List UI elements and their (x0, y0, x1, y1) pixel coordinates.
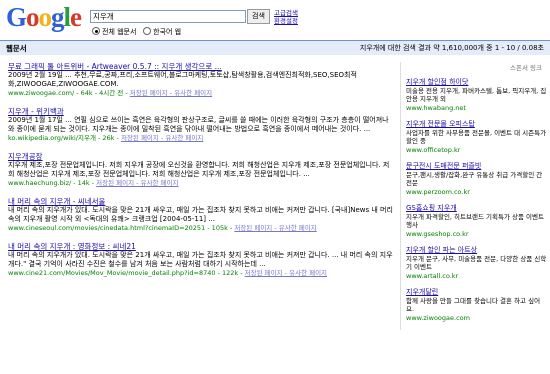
ad-item: 문구전시 도매전문 퍼즐빗 문구,팬시,생활/잡화,완구 유통상 취급 가격할인… (406, 162, 548, 196)
logo-letter: e (70, 2, 82, 32)
result-item: 내 머리 속의 지우개 : 영화정보 : 씨네21 내 머리 속의 지우개가 있… (8, 242, 393, 278)
result-item: 내 머리 속의 지우개 - 씨네서울 내 머리 속의 지우개가 있대. 도시락을… (8, 197, 393, 233)
ad-desc: 사업자를 위한 사무용품 전문몰, 이벤트 대 시즌특가 할인 중 (406, 128, 547, 146)
ad-title[interactable]: GS홈쇼핑 지우개 (406, 204, 457, 212)
ad-desc: 함께 사랑을 만들 그대를 찾습니다 결혼 하고 싶어요. (406, 296, 541, 314)
ad-desc: 문구,팬시,생활/잡화,완구 유통상 취급 가격할인 간 전문 (406, 170, 543, 188)
ad-url: www.gseshop.co.kr (406, 229, 469, 238)
result-snippet: 2009년 2월 19일 ... 추천,무료,공짜,프리,소프트웨어,블로그마케… (8, 71, 357, 88)
results-list: 무료 그래픽 툴 아트위버 - Artweaver 0.5.7 :: 지우개 생… (8, 62, 393, 287)
result-url: www.cineseoul.com/movies/cinedata.html?c… (8, 224, 393, 233)
ad-item: GS홈쇼핑 지우개 지우개 파격할인, 히트브랜드 기획특가 상품 이벤트 행사… (406, 204, 548, 238)
logo-letter: o (26, 2, 39, 32)
result-title[interactable]: 지우개 - 위키백과 (8, 107, 64, 116)
ad-item: 지우개 전문몰 오피스탑 사업자를 위한 사무용품 전문몰, 이벤트 대 시즌특… (406, 120, 548, 154)
result-title[interactable]: 무료 그래픽 툴 아트위버 - Artweaver 0.5.7 :: 지우개 생… (8, 62, 222, 71)
url-text: www.cineseoul.com/movies/cinedata.html?c… (8, 224, 235, 232)
ad-desc: 지우개 문구, 사무, 미술용품 전문, 다양한 상품 신학기 이벤트 (406, 254, 547, 272)
cached-link[interactable]: 저장된 페이지 - 유사한 페이지 (245, 269, 327, 277)
ad-url: www.officetop.kr (406, 145, 461, 154)
url-text: www.cine21.com/Movies/Mov_Movie/movie_de… (8, 269, 245, 277)
ad-desc: 미술용 전용 지우개, 파버카스텔, 톰보, 픽지우개, 집안용 지우개 외 (406, 86, 547, 104)
result-item: 무료 그래픽 툴 아트위버 - Artweaver 0.5.7 :: 지우개 생… (8, 62, 393, 98)
sponsored-header: 스폰서 링크 (510, 64, 542, 72)
result-url: ko.wikipedia.org/wiki/지우개 - 26k - 저장된 페이… (8, 134, 393, 143)
ad-title[interactable]: 지우개 할인점 하이닷 (406, 78, 468, 86)
ad-title[interactable]: 지우개 할인 파는 아트상 (406, 246, 477, 254)
ad-title[interactable]: 지우개달린 (406, 288, 438, 296)
url-text: ko.wikipedia.org/wiki/지우개 - 26k - (8, 134, 121, 142)
cached-link[interactable]: 저장된 페이지 - 유사한 페이지 (234, 224, 316, 232)
ad-item: 지우개 할인점 하이닷 미술용 전용 지우개, 파버카스텔, 톰보, 픽지우개,… (406, 78, 548, 112)
google-logo[interactable]: Google (6, 2, 82, 32)
result-url: www.haechung.biz/ - 14k - 저장된 페이지 - 유사한 … (8, 179, 393, 188)
result-snippet: 내 머리 속의 지우개가 있대. 도시락을 맞은 21개 싸우고, 매일 가는 … (8, 251, 393, 268)
ad-item: 지우개 할인 파는 아트상 지우개 문구, 사무, 미술용품 전문, 다양한 상… (406, 246, 548, 280)
result-url: www.cine21.com/Movies/Mov_Movie/movie_de… (8, 269, 393, 278)
result-snippet: 지우개 제조,포장 전문업체입니다. 저희 지우개 공장에 오신것을 환영합니다… (8, 161, 390, 178)
ad-item: 지우개달린 함께 사랑을 만들 그대를 찾습니다 결혼 하고 싶어요. www.… (406, 288, 548, 322)
radio-all-web[interactable]: 전체 웹문서 (92, 27, 137, 36)
ad-url: www.artall.co.kr (406, 271, 459, 280)
search-input[interactable]: 지우개 (90, 10, 246, 23)
result-title[interactable]: 지우개공장 (8, 152, 43, 161)
bar-title: 웹문서 (6, 44, 27, 53)
result-item: 지우개공장 지우개 제조,포장 전문업체입니다. 저희 지우개 공장에 오신것을… (8, 152, 393, 188)
sponsored-links: 스폰서 링크 지우개 할인점 하이닷 미술용 전용 지우개, 파버카스텔, 톰보… (400, 62, 548, 330)
url-text: www.ziwoogae.com/ - 64k - 4시간 전 - (8, 89, 130, 97)
result-url: www.ziwoogae.com/ - 64k - 4시간 전 - 저장된 페이… (8, 89, 393, 98)
result-item: 지우개 - 위키백과 2009년 1월 17일 ... 연필 심으로 쓰이는 흑… (8, 107, 393, 143)
radio-label: 전체 웹문서 (102, 28, 137, 36)
ad-url: www.hwabang.net (406, 103, 466, 112)
result-title[interactable]: 내 머리 속의 지우개 - 씨네서울 (8, 197, 105, 206)
logo-letter: G (6, 2, 27, 32)
result-snippet: 2009년 1월 17일 ... 연필 심으로 쓰이는 흑연은 육각형의 판상구… (8, 116, 389, 133)
radio-button[interactable] (143, 27, 152, 35)
result-title[interactable]: 내 머리 속의 지우개 : 영화정보 : 씨네21 (8, 242, 136, 251)
result-stats: 지우개에 대한 검색 결과 약 1,610,000개 중 1 - 10 / 0.… (359, 44, 544, 52)
cached-link[interactable]: 저장된 페이지 - 유사한 페이지 (96, 179, 178, 187)
result-snippet: 내 머리 속의 지우개가 있대. 도시락을 맞은 21개 싸우고, 매일 가는 … (8, 206, 393, 223)
ad-desc: 지우개 파격할인, 히트브랜드 기획특가 상품 이벤트 행사 (406, 212, 544, 230)
logo-letter: g (51, 2, 64, 32)
preferences-link[interactable]: 환경설정 (274, 17, 298, 25)
ad-title[interactable]: 문구전시 도매전문 퍼즐빗 (406, 162, 481, 170)
advanced-links: 고급검색 환경설정 (274, 9, 298, 25)
cached-link[interactable]: 저장된 페이지 - 유사한 페이지 (130, 89, 212, 97)
logo-letter: o (38, 2, 52, 32)
ad-url: www.perzoom.co.kr (406, 187, 470, 196)
radio-korean-web[interactable]: 한국어 웹 (143, 27, 182, 36)
advanced-search-link[interactable]: 고급검색 (274, 9, 298, 17)
url-text: www.haechung.biz/ - 14k - (8, 179, 97, 187)
results-bar: 웹문서 지우개에 대한 검색 결과 약 1,610,000개 중 1 - 10 … (0, 40, 550, 55)
radio-button[interactable] (92, 27, 100, 35)
search-scope: 전체 웹문서 한국어 웹 (92, 27, 181, 37)
radio-label: 한국어 웹 (153, 28, 182, 36)
ad-url: www.ziwoogae.com (406, 313, 470, 322)
cached-link[interactable]: 저장된 페이지 - 유사한 페이지 (121, 134, 203, 142)
search-button[interactable]: 검색 (247, 9, 270, 24)
ad-title[interactable]: 지우개 전문몰 오피스탑 (406, 120, 475, 128)
